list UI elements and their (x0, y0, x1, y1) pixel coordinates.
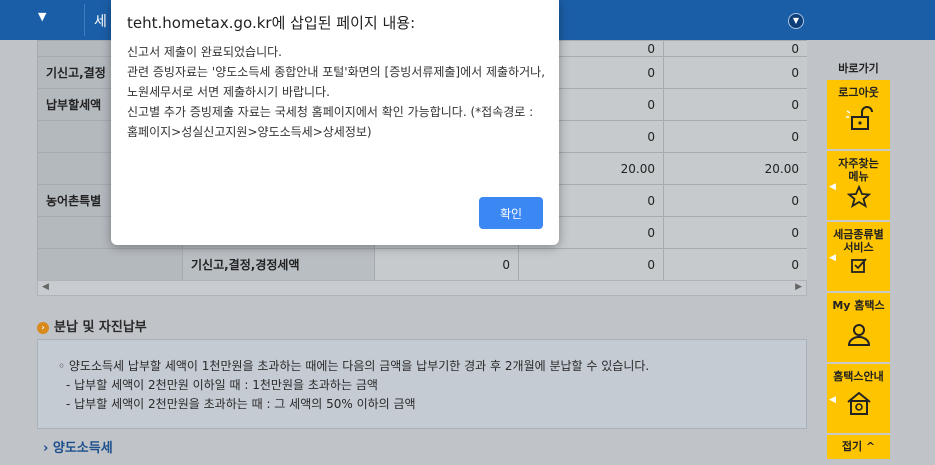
chevron-down-circle-icon[interactable]: ▼ (788, 13, 804, 29)
row-label-cell (37, 248, 183, 280)
value-cell: 0 (663, 120, 807, 153)
installment-line-3: - 납부할 세액이 2천만원을 초과하는 때 : 그 세액의 50% 이하의 금… (66, 397, 416, 411)
user-icon (847, 324, 870, 346)
caret-left-icon: ◀ (829, 395, 836, 405)
quick-item-logout[interactable]: 로그아웃 (827, 80, 890, 151)
star-icon (846, 185, 871, 208)
capital-gains-tax-link[interactable]: › 양도소득세 (43, 437, 113, 456)
quick-item-hometax-guide[interactable]: 홈택스안내 ◀ (827, 364, 890, 435)
installment-title-text: 분납 및 자진납부 (54, 320, 147, 335)
quick-item-label: 홈택스안내 (833, 370, 884, 383)
quick-item-label: 자주찾는메뉴 (838, 157, 879, 183)
value-cell: 0 (374, 248, 519, 280)
value-cell: 0 (663, 56, 807, 89)
row-sub-label-cell: 기신고,결정,경정세액 (182, 248, 375, 280)
caret-left-icon: ◀ (829, 253, 836, 263)
quick-menu-title: 바로가기 (827, 58, 890, 80)
installment-section-title: › 분납 및 자진납부 (37, 316, 147, 335)
quick-item-favorites[interactable]: 자주찾는메뉴 ◀ (827, 151, 890, 222)
installment-line-2: - 납부할 세액이 2천만원 이하일 때 : 1천만원을 초과하는 금액 (66, 378, 378, 392)
quick-item-tax-services[interactable]: 세금종류별서비스 ◀ (827, 222, 890, 293)
value-cell: 0 (663, 248, 807, 280)
header-menu-text[interactable]: 세 (94, 11, 107, 31)
scroll-left-icon[interactable]: ◀ (42, 282, 49, 292)
alert-dialog: teht.hometax.go.kr에 삽입된 페이지 내용: 신고서 제출이 … (111, 0, 559, 245)
quick-item-label: My 홈택스 (832, 299, 885, 312)
quick-item-label: 로그아웃 (838, 86, 879, 99)
caret-down-icon[interactable]: ▼ (38, 10, 46, 23)
dialog-message: 신고서 제출이 완료되었습니다. 관련 증빙자료는 '양도소득세 종합안내 포털… (127, 42, 547, 142)
unlock-icon (845, 106, 873, 130)
quick-item-my-hometax[interactable]: My 홈택스 (827, 293, 890, 364)
chevron-right-icon: › (37, 322, 49, 334)
installment-info-box: ◦ 양도소득세 납부할 세액이 1천만원을 초과하는 때에는 다음의 금액을 납… (37, 339, 807, 429)
dialog-message-line-3: 신고별 추가 증빙제출 자료는 국세청 홈페이지에서 확인 가능합니다. (*접… (127, 105, 534, 139)
header-divider (84, 4, 85, 36)
dialog-message-line-2: 관련 증빙자료는 '양도소득세 종합안내 포털'화면의 [증빙서류제출]에서 제… (127, 65, 546, 99)
table-row: 기신고,결정,경정세액 0 0 0 (37, 248, 807, 280)
dialog-ok-button[interactable]: 확인 (479, 197, 543, 229)
horizontal-scrollbar[interactable]: ◀ ▶ (37, 280, 807, 296)
quick-menu-fold-button[interactable]: 접기 ^ (827, 435, 890, 459)
value-cell: 0 (663, 40, 807, 57)
dialog-message-line-1: 신고서 제출이 완료되었습니다. (127, 45, 282, 59)
quick-item-label: 세금종류별서비스 (833, 228, 884, 254)
checkbox-icon (850, 258, 867, 273)
dialog-title: teht.hometax.go.kr에 삽입된 페이지 내용: (127, 14, 416, 32)
quick-menu: 바로가기 로그아웃 자주찾는메뉴 ◀ 세금종류별서비스 ◀ My 홈택스 홈택스… (827, 58, 890, 465)
value-cell: 0 (663, 216, 807, 249)
caret-left-icon: ◀ (829, 182, 836, 192)
value-cell: 20.00 (663, 152, 807, 185)
home-info-icon (846, 391, 871, 415)
value-cell: 0 (663, 88, 807, 121)
installment-line-1: ◦ 양도소득세 납부할 세액이 1천만원을 초과하는 때에는 다음의 금액을 납… (58, 359, 650, 373)
value-cell: 0 (663, 184, 807, 217)
scroll-right-icon[interactable]: ▶ (795, 282, 802, 292)
value-cell: 0 (518, 248, 664, 280)
